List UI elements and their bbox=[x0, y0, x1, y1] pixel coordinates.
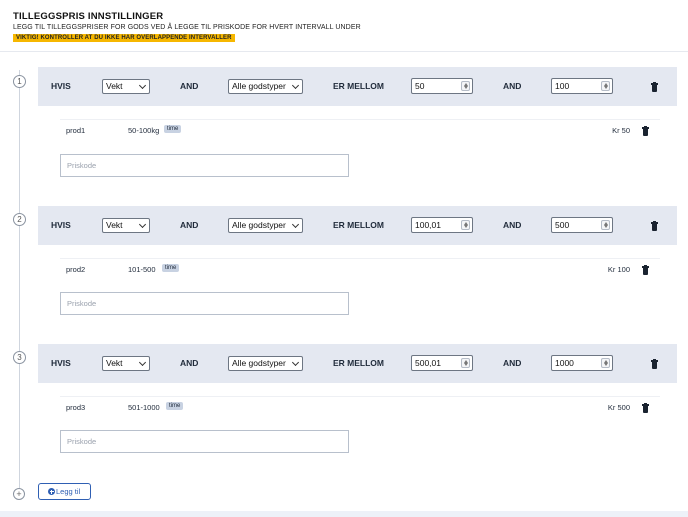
product-unit-badge: time bbox=[162, 264, 180, 272]
overlap-warning-badge: VIKTIG! KONTROLLER AT DU IKKE HAR OVERLA… bbox=[13, 34, 235, 42]
footer-strip bbox=[0, 511, 688, 517]
between-label: ER MELLOM bbox=[333, 220, 384, 230]
number-spinner[interactable] bbox=[601, 220, 610, 230]
chevron-down-icon bbox=[138, 358, 147, 367]
to-input-value: 100 bbox=[555, 81, 570, 91]
product-range: 101-500 bbox=[128, 265, 156, 274]
and-label: AND bbox=[180, 220, 199, 230]
to-input[interactable]: 100 bbox=[551, 78, 613, 94]
delete-rule-trash-icon[interactable] bbox=[651, 221, 658, 231]
product-name: prod3 bbox=[66, 403, 86, 412]
product-range: 50-100kg bbox=[128, 126, 160, 135]
page-title: TILLEGGSPRIS INNSTILLINGER bbox=[13, 11, 164, 22]
and-label: AND bbox=[180, 81, 199, 91]
rule-row-2: HVIS Vekt AND Alle godstyper ER MELLOM 1… bbox=[38, 206, 677, 245]
measure-select[interactable]: Vekt bbox=[102, 79, 150, 94]
goods-type-select[interactable]: Alle godstyper bbox=[228, 356, 303, 371]
pricecode-input[interactable] bbox=[61, 431, 348, 452]
page-subtitle: LEGG TIL TILLEGGSPRISER FOR GODS VED Å L… bbox=[13, 24, 361, 31]
goods-type-select-value: Alle godstyper bbox=[232, 220, 286, 230]
chevron-down-icon bbox=[291, 81, 300, 90]
goods-type-select-value: Alle godstyper bbox=[232, 358, 286, 368]
measure-select[interactable]: Vekt bbox=[102, 218, 150, 233]
step-number-2: 2 bbox=[13, 213, 26, 226]
number-spinner[interactable] bbox=[601, 81, 610, 91]
delete-rule-trash-icon[interactable] bbox=[651, 359, 658, 369]
delete-rule-trash-icon[interactable] bbox=[651, 82, 658, 92]
product-range: 501-1000 bbox=[128, 403, 160, 412]
chevron-down-icon bbox=[138, 81, 147, 90]
add-rule-button-label: Legg til bbox=[56, 487, 81, 496]
to-input-value: 1000 bbox=[555, 358, 574, 368]
product-row-1: prod1 50-100kg time Kr 50 bbox=[60, 119, 660, 141]
to-input-value: 500 bbox=[555, 220, 570, 230]
product-row-3: prod3 501-1000 time Kr 500 bbox=[60, 396, 660, 418]
product-unit-badge: time bbox=[166, 402, 184, 410]
to-input[interactable]: 500 bbox=[551, 217, 613, 233]
product-name: prod2 bbox=[66, 265, 86, 274]
number-spinner[interactable] bbox=[461, 81, 470, 91]
and-label: AND bbox=[503, 358, 522, 368]
rule-row-1: HVIS Vekt AND Alle godstyper ER MELLOM 5… bbox=[38, 67, 677, 106]
between-label: ER MELLOM bbox=[333, 81, 384, 91]
add-step-marker: + bbox=[13, 488, 25, 500]
chevron-down-icon bbox=[291, 358, 300, 367]
measure-select-value: Vekt bbox=[106, 220, 123, 230]
plus-circle-icon bbox=[48, 488, 55, 495]
step-number-1: 1 bbox=[13, 75, 26, 88]
number-spinner[interactable] bbox=[461, 358, 470, 368]
and-label: AND bbox=[180, 358, 199, 368]
number-spinner[interactable] bbox=[461, 220, 470, 230]
from-input-value: 500,01 bbox=[415, 358, 441, 368]
and-label: AND bbox=[503, 220, 522, 230]
measure-select-value: Vekt bbox=[106, 358, 123, 368]
chevron-down-icon bbox=[138, 220, 147, 229]
step-number-3: 3 bbox=[13, 351, 26, 364]
to-input[interactable]: 1000 bbox=[551, 355, 613, 371]
and-label: AND bbox=[503, 81, 522, 91]
settings-header: TILLEGGSPRIS INNSTILLINGER LEGG TIL TILL… bbox=[0, 0, 688, 52]
number-spinner[interactable] bbox=[601, 358, 610, 368]
timeline-line bbox=[19, 70, 20, 488]
from-input-value: 50 bbox=[415, 81, 425, 91]
pricecode-field-2[interactable] bbox=[60, 292, 349, 315]
if-label: HVIS bbox=[51, 81, 71, 91]
delete-product-trash-icon[interactable] bbox=[642, 403, 649, 413]
rule-row-3: HVIS Vekt AND Alle godstyper ER MELLOM 5… bbox=[38, 344, 677, 383]
pricecode-input[interactable] bbox=[61, 155, 348, 176]
product-price: Kr 500 bbox=[607, 403, 630, 412]
between-label: ER MELLOM bbox=[333, 358, 384, 368]
delete-product-trash-icon[interactable] bbox=[642, 265, 649, 275]
pricecode-input[interactable] bbox=[61, 293, 348, 314]
from-input[interactable]: 100,01 bbox=[411, 217, 473, 233]
from-input-value: 100,01 bbox=[415, 220, 441, 230]
measure-select[interactable]: Vekt bbox=[102, 356, 150, 371]
pricecode-field-3[interactable] bbox=[60, 430, 349, 453]
product-price: Kr 50 bbox=[612, 126, 630, 135]
if-label: HVIS bbox=[51, 220, 71, 230]
if-label: HVIS bbox=[51, 358, 71, 368]
add-rule-button[interactable]: Legg til bbox=[38, 483, 91, 500]
from-input[interactable]: 50 bbox=[411, 78, 473, 94]
measure-select-value: Vekt bbox=[106, 81, 123, 91]
product-row-2: prod2 101-500 time Kr 100 bbox=[60, 258, 660, 280]
from-input[interactable]: 500,01 bbox=[411, 355, 473, 371]
goods-type-select-value: Alle godstyper bbox=[232, 81, 286, 91]
pricecode-field-1[interactable] bbox=[60, 154, 349, 177]
product-price: Kr 100 bbox=[607, 265, 630, 274]
product-unit-badge: time bbox=[164, 125, 182, 133]
goods-type-select[interactable]: Alle godstyper bbox=[228, 218, 303, 233]
product-name: prod1 bbox=[66, 126, 86, 135]
goods-type-select[interactable]: Alle godstyper bbox=[228, 79, 303, 94]
delete-product-trash-icon[interactable] bbox=[642, 126, 649, 136]
chevron-down-icon bbox=[291, 220, 300, 229]
